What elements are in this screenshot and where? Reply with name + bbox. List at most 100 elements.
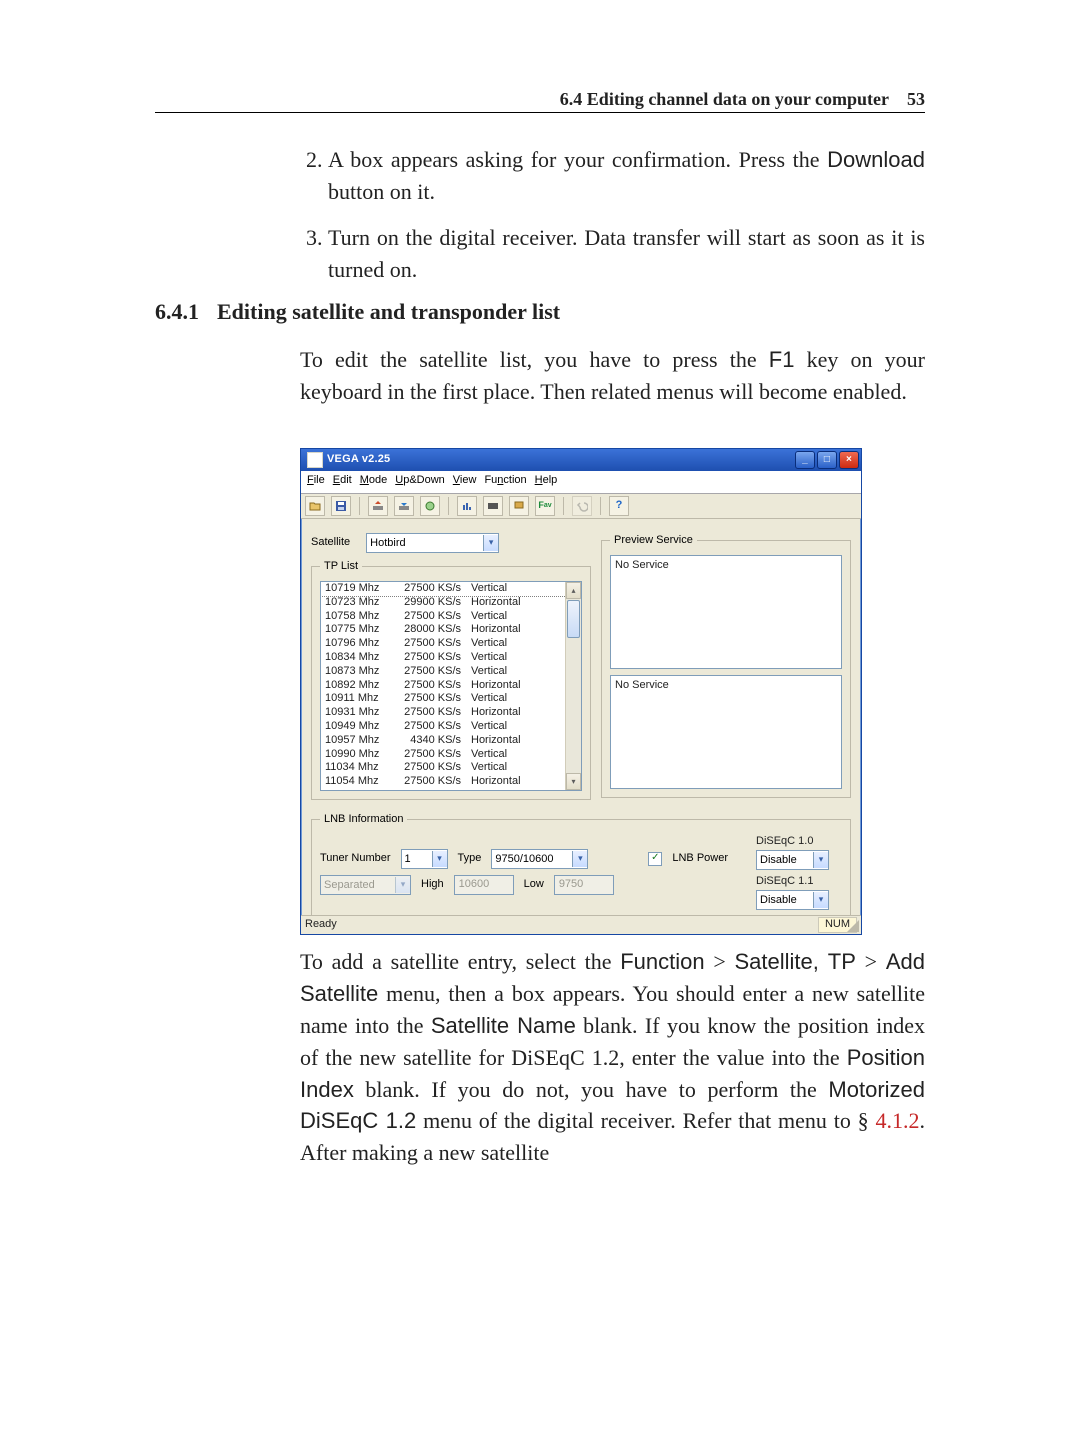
menu-view[interactable]: View	[453, 473, 477, 491]
chevron-down-icon[interactable]: ▾	[483, 535, 498, 551]
tp-row[interactable]: 10892 Mhz27500 KS/sHorizontal	[321, 679, 566, 693]
tp-row[interactable]: 11034 Mhz27500 KS/sVertical	[321, 761, 566, 775]
tp-row[interactable]: 10949 Mhz27500 KS/sVertical	[321, 720, 566, 734]
tp-cell: 10796 Mhz	[325, 637, 387, 651]
tp-cell: Vertical	[471, 637, 531, 651]
undo-icon[interactable]	[572, 496, 592, 516]
preview-service-group: Preview Service No Service No Service	[601, 533, 851, 798]
diseqc10-input[interactable]	[757, 851, 813, 869]
tp-row[interactable]: 10911 Mhz27500 KS/sVertical	[321, 692, 566, 706]
maximize-button[interactable]: □	[817, 451, 837, 469]
scroll-up-icon[interactable]: ▴	[566, 582, 581, 599]
tp-cell: 10990 Mhz	[325, 748, 387, 762]
no-service-1: No Service	[615, 559, 669, 571]
tp-cell: 29900 KS/s	[397, 596, 461, 610]
diseqc11-label: DiSEqC 1.1	[756, 874, 842, 890]
vega-window: VEGA v2.25 _ □ × File Edit Mode Up&Down …	[300, 448, 862, 935]
tp-row[interactable]: 11060 Mhz6510 KS/sVertical	[321, 789, 566, 790]
type-input[interactable]	[492, 850, 572, 868]
tp-cell: Vertical	[471, 610, 531, 624]
tp-cell: 10719 Mhz	[325, 582, 387, 596]
menu-function[interactable]: Function	[484, 473, 526, 491]
tp-cell: 11060 Mhz	[325, 789, 387, 790]
tp-cell: 27500 KS/s	[397, 651, 461, 665]
download-stb-icon[interactable]	[394, 496, 414, 516]
menu-edit[interactable]: Edit	[333, 473, 352, 491]
tp-row[interactable]: 10719 Mhz27500 KS/sVertical	[321, 582, 566, 596]
toolbar-separator-3	[563, 497, 564, 515]
close-button[interactable]: ×	[839, 451, 859, 469]
save-icon[interactable]	[331, 496, 351, 516]
step-2-text: A box appears asking for your confirmati…	[328, 147, 827, 172]
xref-link[interactable]: 4.1.2	[875, 1108, 919, 1133]
type-combo[interactable]: ▾	[491, 849, 588, 869]
menu-updown[interactable]: Up&Down	[395, 473, 445, 491]
diseqc10-combo[interactable]: ▾	[756, 850, 829, 870]
page-number: 53	[907, 86, 925, 112]
chevron-down-icon[interactable]: ▾	[432, 851, 447, 867]
tp-row[interactable]: 10723 Mhz29900 KS/sHorizontal	[321, 596, 566, 610]
toolbar: Fav ?	[301, 494, 861, 519]
high-field: 10600	[454, 875, 514, 895]
minimize-button[interactable]: _	[795, 451, 815, 469]
satellite-input[interactable]	[367, 534, 483, 552]
chart-icon[interactable]	[457, 496, 477, 516]
scroll-down-icon[interactable]: ▾	[566, 773, 581, 790]
tp-cell: 10758 Mhz	[325, 610, 387, 624]
diseqc11-input[interactable]	[757, 891, 813, 909]
tp-listbox[interactable]: 10719 Mhz27500 KS/sVertical10723 Mhz2990…	[320, 581, 582, 791]
tp-cell: 27500 KS/s	[397, 720, 461, 734]
diseqc11-combo[interactable]: ▾	[756, 890, 829, 910]
menu-mode[interactable]: Mode	[360, 473, 388, 491]
preview-service-title: Preview Service	[610, 533, 697, 549]
tp-cell: 10834 Mhz	[325, 651, 387, 665]
tp-row[interactable]: 10775 Mhz28000 KS/sHorizontal	[321, 623, 566, 637]
diseqc10-label: DiSEqC 1.0	[756, 834, 842, 850]
tp-row[interactable]: 10873 Mhz27500 KS/sVertical	[321, 665, 566, 679]
para1-pre: To edit the satellite list, you have to …	[300, 347, 769, 372]
connect-icon[interactable]	[420, 496, 440, 516]
chevron-down-icon[interactable]: ▾	[813, 852, 828, 868]
service-icon[interactable]	[509, 496, 529, 516]
separated-combo: ▾	[320, 875, 411, 895]
lnb-power-checkbox[interactable]	[648, 852, 662, 866]
tp-cell: 27500 KS/s	[397, 665, 461, 679]
header-rule	[155, 112, 925, 113]
titlebar[interactable]: VEGA v2.25 _ □ ×	[301, 449, 861, 471]
chevron-down-icon[interactable]: ▾	[572, 851, 587, 867]
tp-row[interactable]: 10957 Mhz4340 KS/sHorizontal	[321, 734, 566, 748]
tp-row[interactable]: 10758 Mhz27500 KS/sVertical	[321, 610, 566, 624]
tp-cell: 10949 Mhz	[325, 720, 387, 734]
satellite-name-field-text: Satellite Name	[431, 1013, 576, 1038]
open-icon[interactable]	[305, 496, 325, 516]
chevron-down-icon: ▾	[395, 877, 410, 893]
tp-cell: 10957 Mhz	[325, 734, 387, 748]
step-2-post: button on it.	[328, 179, 435, 204]
satellite-combo[interactable]: ▾	[366, 533, 499, 553]
tuner-number-input[interactable]	[402, 850, 432, 868]
resize-handle-icon[interactable]	[847, 920, 859, 932]
tp-row[interactable]: 10931 Mhz27500 KS/sHorizontal	[321, 706, 566, 720]
help-icon[interactable]: ?	[609, 496, 629, 516]
toolbar-separator-2	[448, 497, 449, 515]
tp-row[interactable]: 10990 Mhz27500 KS/sVertical	[321, 748, 566, 762]
scroll-thumb[interactable]	[567, 600, 580, 638]
tp-cell: 10775 Mhz	[325, 623, 387, 637]
stb-icon[interactable]	[483, 496, 503, 516]
tuner-number-combo[interactable]: ▾	[401, 849, 448, 869]
p2-t4: blank. If you do not, you have to perfor…	[354, 1077, 829, 1102]
tp-row[interactable]: 11054 Mhz27500 KS/sHorizontal	[321, 775, 566, 789]
tp-row[interactable]: 10796 Mhz27500 KS/sVertical	[321, 637, 566, 651]
scrollbar[interactable]: ▴ ▾	[565, 582, 581, 790]
upload-stb-icon[interactable]	[368, 496, 388, 516]
lnb-info-title: LNB Information	[320, 812, 407, 828]
chevron-down-icon[interactable]: ▾	[813, 892, 828, 908]
tp-row[interactable]: 10834 Mhz27500 KS/sVertical	[321, 651, 566, 665]
type-label: Type	[458, 851, 482, 867]
tp-cell: Horizontal	[471, 734, 531, 748]
menu-bar[interactable]: File Edit Mode Up&Down View Function Hel…	[301, 471, 861, 494]
menu-help[interactable]: Help	[535, 473, 558, 491]
menu-file[interactable]: File	[307, 473, 325, 491]
fav-icon[interactable]: Fav	[535, 496, 555, 516]
tp-cell: Horizontal	[471, 623, 531, 637]
